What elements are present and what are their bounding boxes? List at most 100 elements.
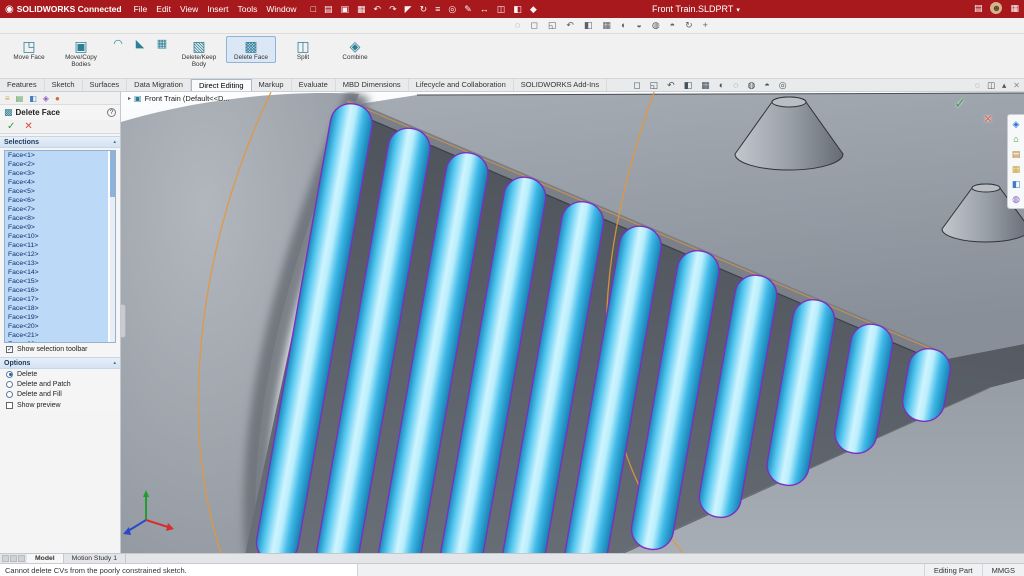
face-list-item[interactable]: Face<19> [5, 313, 108, 322]
document-title-caret-icon[interactable]: ▾ [736, 7, 740, 14]
radio-icon[interactable] [6, 371, 13, 378]
show-preview-row[interactable]: Show preview [0, 399, 120, 411]
view-palette-icon[interactable]: ◧ [1012, 179, 1021, 189]
radio-icon[interactable] [6, 381, 13, 388]
close-document-icon[interactable]: ✕ [1013, 81, 1020, 90]
chamfer-button[interactable]: ◣ Chamfer [130, 36, 150, 52]
user-avatar[interactable]: ☻ [990, 2, 1002, 14]
combine-button[interactable]: ◈ Combine [330, 36, 380, 63]
selections-section-header[interactable]: Selections ▴ [0, 136, 120, 148]
tab-motion-study-1[interactable]: Motion Study 1 [64, 554, 126, 563]
radio-delete[interactable]: Delete [0, 369, 120, 379]
menu-view[interactable]: View [180, 4, 198, 14]
cancel-button[interactable]: ✕ [24, 121, 32, 132]
apps-grid-icon[interactable]: ▦ [1010, 3, 1019, 14]
tab-sketch[interactable]: Sketch [45, 79, 83, 91]
face-list-item[interactable]: Face<15> [5, 277, 108, 286]
dimxpertmanager-tab-icon[interactable]: ◈ [43, 94, 49, 103]
hide-show-items-icon[interactable]: ◌ [733, 80, 738, 90]
view-settings-icon[interactable]: ◎ [779, 80, 787, 91]
face-list-item[interactable]: Face<14> [5, 268, 108, 277]
face-list-item[interactable]: Face<21> [5, 331, 108, 340]
tab-data-migration[interactable]: Data Migration [127, 79, 191, 91]
tab-features[interactable]: Features [0, 79, 45, 91]
tab-direct-editing[interactable]: Direct Editing [191, 79, 252, 91]
section-view-icon[interactable]: ◧ [584, 20, 593, 31]
zoom-to-fit-icon[interactable]: ◻ [633, 80, 640, 91]
face-list-item[interactable]: Face<5> [5, 187, 108, 196]
unit-system-label[interactable]: MMGS [982, 564, 1024, 576]
confirmation-ok-icon[interactable]: ✓ [954, 95, 966, 112]
face-list-item[interactable]: Face<3> [5, 169, 108, 178]
face-list-item[interactable]: Face<22> [5, 340, 108, 343]
split-button[interactable]: ◫ Split [278, 36, 328, 63]
displaymanager-tab-icon[interactable]: ● [55, 94, 60, 103]
show-selection-toolbar-checkbox[interactable] [6, 346, 13, 353]
tab-solidworks-addins[interactable]: SOLIDWORKS Add-Ins [514, 79, 607, 91]
open-file-icon[interactable]: ▤ [324, 4, 333, 15]
move-copy-bodies-button[interactable]: ▣ Move/Copy Bodies [56, 36, 106, 70]
face-list-scrollbar[interactable] [110, 151, 115, 342]
undo-icon[interactable]: ↶ [374, 4, 382, 15]
face-list-item[interactable]: Face<10> [5, 232, 108, 241]
zoom-to-area-icon[interactable]: ◱ [650, 80, 659, 91]
face-list-item[interactable]: Face<11> [5, 241, 108, 250]
previous-view-icon[interactable]: ↶ [566, 20, 574, 31]
show-preview-checkbox[interactable] [6, 402, 13, 409]
previous-view-icon[interactable]: ↶ [667, 80, 675, 91]
face-list-item[interactable]: Face<4> [5, 178, 108, 187]
move-face-button[interactable]: ◳ Move Face [4, 36, 54, 63]
print-icon[interactable]: ▦ [357, 4, 366, 15]
file-properties-icon[interactable]: ≡ [435, 4, 440, 15]
edit-appearance-icon[interactable]: ◍ [747, 80, 755, 91]
tab-surfaces[interactable]: Surfaces [83, 79, 128, 91]
face-list-item[interactable]: Face<20> [5, 322, 108, 331]
featuremanager-tree-tab-icon[interactable]: ≡ [5, 94, 10, 103]
face-list-item[interactable]: Face<12> [5, 250, 108, 259]
collapse-ribbon-icon[interactable]: ▴ [1002, 80, 1006, 91]
face-list-item[interactable]: Face<16> [5, 286, 108, 295]
face-list-item[interactable]: Face<1> [5, 151, 108, 160]
breadcrumb-expand-icon[interactable]: ▸ [128, 95, 131, 102]
edit-appearance-icon[interactable]: ◍ [652, 20, 660, 31]
appearance-icon[interactable]: ◧ [513, 4, 522, 15]
pane-toggle-icon[interactable]: ◫ [987, 80, 995, 91]
face-list-item[interactable]: Face<8> [5, 214, 108, 223]
configurationmanager-tab-icon[interactable]: ◧ [29, 94, 37, 103]
show-selection-toolbar-row[interactable]: Show selection toolbar [0, 343, 120, 355]
face-list-scrollbar-thumb[interactable] [110, 151, 115, 197]
command-search-icon[interactable]: ◌ [975, 80, 980, 91]
hide-show-items-icon[interactable]: ◒ [636, 20, 641, 31]
menu-tools[interactable]: Tools [237, 4, 257, 14]
options-icon[interactable]: ◎ [448, 4, 456, 15]
face-list-item[interactable]: Face<6> [5, 196, 108, 205]
menu-file[interactable]: File [134, 4, 148, 14]
apply-scene-icon[interactable]: ◓ [670, 20, 675, 31]
face-list-item[interactable]: Face<7> [5, 205, 108, 214]
delete-keep-body-button[interactable]: ▧ Delete/Keep Body [174, 36, 224, 70]
design-library-icon[interactable]: ▤ [1012, 149, 1021, 159]
radio-delete-and-patch[interactable]: Delete and Patch [0, 379, 120, 389]
tab-evaluate[interactable]: Evaluate [292, 79, 336, 91]
menu-insert[interactable]: Insert [207, 4, 228, 14]
zoom-to-fit-icon[interactable]: ◻ [530, 20, 537, 31]
radio-icon[interactable] [6, 391, 13, 398]
help-icon[interactable]: ? [107, 108, 116, 117]
select-arrow-icon[interactable]: ◤ [405, 4, 412, 15]
menu-window[interactable]: Window [266, 4, 296, 14]
new-file-icon[interactable]: □ [311, 4, 316, 15]
face-list-item[interactable]: Face<9> [5, 223, 108, 232]
face-list-item[interactable]: Face<13> [5, 259, 108, 268]
display-style-icon[interactable]: ◐ [621, 20, 626, 31]
tab-markup[interactable]: Markup [252, 79, 292, 91]
collapse-chevron-icon[interactable]: ▴ [113, 360, 116, 366]
ok-button[interactable]: ✓ [7, 121, 15, 132]
section-view-icon[interactable]: ◫ [497, 4, 506, 15]
radio-delete-and-fill[interactable]: Delete and Fill [0, 389, 120, 399]
rebuild-icon[interactable]: ↻ [420, 4, 428, 15]
pan-icon[interactable]: + [703, 20, 708, 31]
share-icon[interactable]: ▤ [974, 3, 983, 14]
view-orientation-icon[interactable]: ▦ [602, 20, 611, 31]
propertymanager-tab-icon[interactable]: ▤ [16, 94, 24, 103]
face-list-item[interactable]: Face<2> [5, 160, 108, 169]
